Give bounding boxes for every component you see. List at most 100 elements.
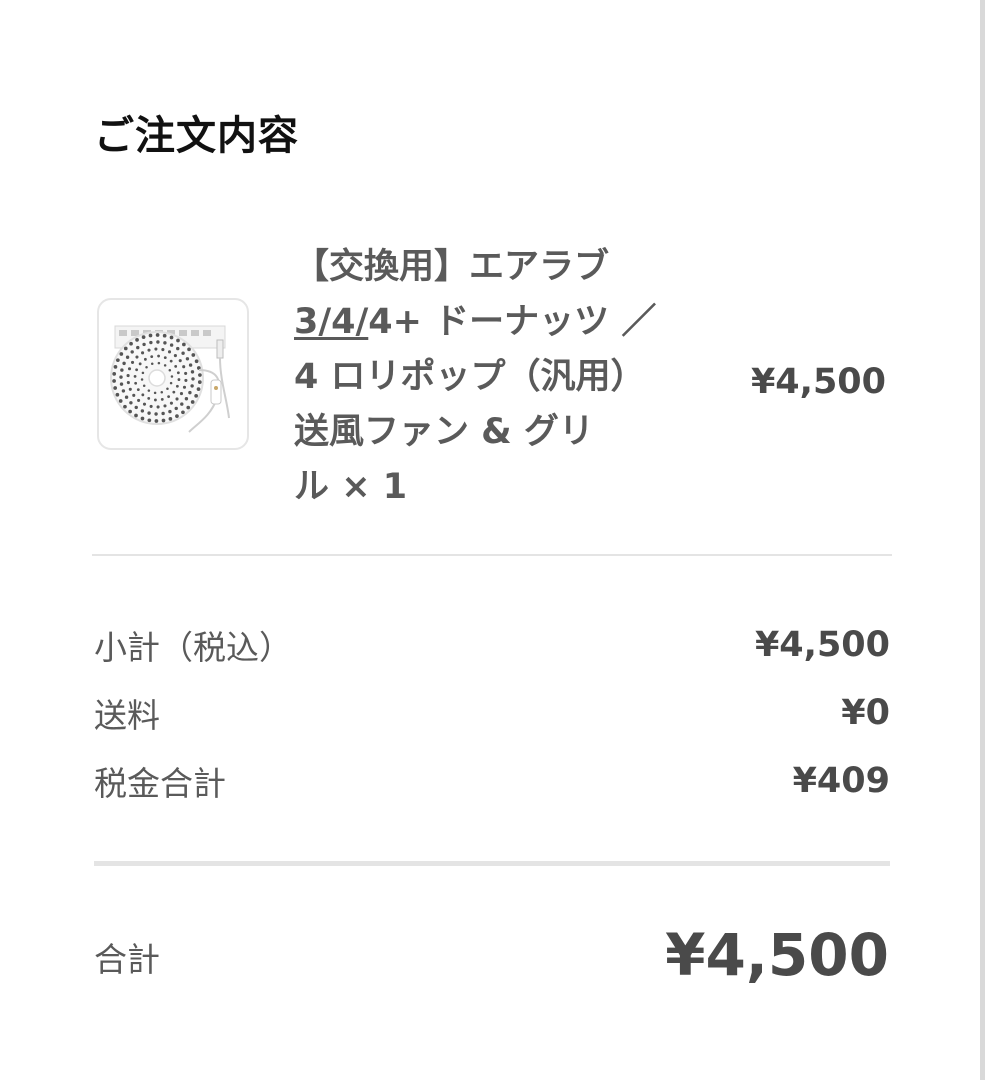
subtotal-row: 小計（税込） ¥4,500 <box>94 620 890 670</box>
fan-grille-dot <box>135 368 139 372</box>
fan-grille-dot <box>154 412 158 416</box>
fan-grille-dot <box>142 402 147 406</box>
fan-grille-dot <box>176 346 180 351</box>
fan-grille-dot <box>116 358 120 363</box>
fan-grille-dot <box>130 350 134 354</box>
fan-grille-dot <box>119 375 123 379</box>
fan-grille-dot <box>145 366 148 369</box>
fan-grille-dot <box>157 354 160 358</box>
fan-grille-dot <box>147 389 151 392</box>
fan-grille-dot <box>115 392 120 397</box>
fan-grille-dot <box>119 382 124 386</box>
shipping-label: 送料 <box>94 696 160 735</box>
fan-grille-dot <box>160 397 164 401</box>
subtotal-label: 小計（税込） <box>94 628 292 667</box>
fan-grille-dot <box>161 418 166 423</box>
fan-grille-dot <box>163 364 167 367</box>
fan-grille-dot <box>196 387 201 391</box>
fan-grille-dot <box>181 351 185 355</box>
fan-grille-dot <box>155 333 160 337</box>
shipping-row: 送料 ¥0 <box>94 688 890 738</box>
fan-grille-dot <box>147 411 151 415</box>
fan-grille-dot <box>188 363 193 367</box>
fan-grille-dot <box>154 398 157 402</box>
fan-grille-dot <box>140 416 145 421</box>
product-image[interactable] <box>97 298 249 450</box>
fan-grille-dot <box>112 379 116 383</box>
fan-grille-dot <box>134 405 138 410</box>
fan-grille-dot <box>148 333 153 338</box>
fan-grille-dot <box>150 355 154 359</box>
fan-grille-dot <box>194 393 198 398</box>
fan-grille-dot <box>169 343 174 347</box>
fan-grille-dot <box>140 409 145 413</box>
fan-grille-dot <box>177 378 181 381</box>
fan-grille-dot <box>176 338 180 343</box>
fan-grille-dot <box>135 338 139 342</box>
product-quantity: × 1 <box>341 467 408 507</box>
fan-grille-dot <box>142 342 146 347</box>
fan-grille-dot <box>160 390 164 394</box>
fan-grille-dot <box>174 364 178 368</box>
fan-product-icon <box>110 325 230 433</box>
fan-grille-dot <box>154 419 159 423</box>
fan-grille-dot <box>150 362 154 366</box>
fan-grille-dot <box>157 361 161 365</box>
product-name-line3: 4 ロリポップ（汎用） <box>294 357 646 397</box>
fan-grille-dot <box>168 368 172 372</box>
fan-grille-dot <box>136 345 140 350</box>
fan-grille-dot <box>184 397 189 401</box>
product-name-line2-b: 4+ ドーナッツ ／ <box>368 302 657 342</box>
fan-grille-dot <box>119 352 124 356</box>
fan-grille-dot <box>112 372 117 376</box>
fan-grille-dot <box>170 375 174 378</box>
product-name[interactable]: 【交換用】エアラブ 3/4/4+ ドーナッツ ／ 4 ロリポップ（汎用） 送風フ… <box>294 240 694 515</box>
fan-grille-dot <box>128 409 132 414</box>
fan-grille-dot <box>190 384 194 388</box>
fan-grille-dot <box>191 377 195 381</box>
fan-grille-dot <box>163 356 167 360</box>
fan-grille-dot <box>182 385 187 389</box>
fan-grille-dot <box>154 347 158 351</box>
fan-grille-dot <box>122 361 126 366</box>
fan-grille-dot <box>175 414 179 418</box>
fan-grille-dot <box>125 355 130 359</box>
fan-grille-dot <box>142 384 146 388</box>
fan-grille-dot <box>198 373 202 377</box>
fan-grille-dot <box>163 341 167 345</box>
fan-grille-dot <box>149 404 153 408</box>
fan-grille-dot <box>126 381 130 385</box>
fan-grille-dot <box>147 396 151 400</box>
fan-grille-dot <box>135 355 139 359</box>
fan-grille-dot <box>156 340 160 344</box>
fan-grille-dot <box>191 353 196 357</box>
fan-grille-dot <box>156 405 160 409</box>
fan-grille-dot <box>168 417 173 421</box>
fan-grille-dot <box>134 381 138 385</box>
fan-grille-dot <box>141 335 146 339</box>
fan-grille-dot <box>143 357 147 361</box>
fan-grille-dot <box>168 409 172 414</box>
fan-grille-dot <box>167 350 172 354</box>
fan-grille-dot <box>133 375 137 378</box>
fan-grille-dot <box>147 418 152 423</box>
fan-grille-dot <box>197 380 202 384</box>
fan-grille-dot <box>182 342 186 347</box>
subtotal-value: ¥4,500 <box>754 625 890 665</box>
fan-grille-dot <box>179 392 184 396</box>
fan-grille-dot <box>147 348 151 352</box>
tax-value: ¥409 <box>792 761 890 801</box>
fan-grille-dot <box>186 405 191 410</box>
fan-grille-dot <box>166 387 169 390</box>
fan-grille-dot <box>172 390 176 394</box>
fan-grille-dot <box>153 391 157 395</box>
fan-grille-dot <box>113 386 118 390</box>
product-name-line4: 送風ファン & グリ <box>294 412 594 452</box>
fan-grille-dot <box>169 359 173 363</box>
fan-grille-dot <box>141 393 145 397</box>
fan-grille-dot <box>169 401 173 405</box>
fan-grille-dot <box>141 371 145 375</box>
fan-grille-dot <box>123 346 128 351</box>
fan-grille-dot <box>190 400 195 404</box>
fan-grille-dot <box>130 360 135 364</box>
